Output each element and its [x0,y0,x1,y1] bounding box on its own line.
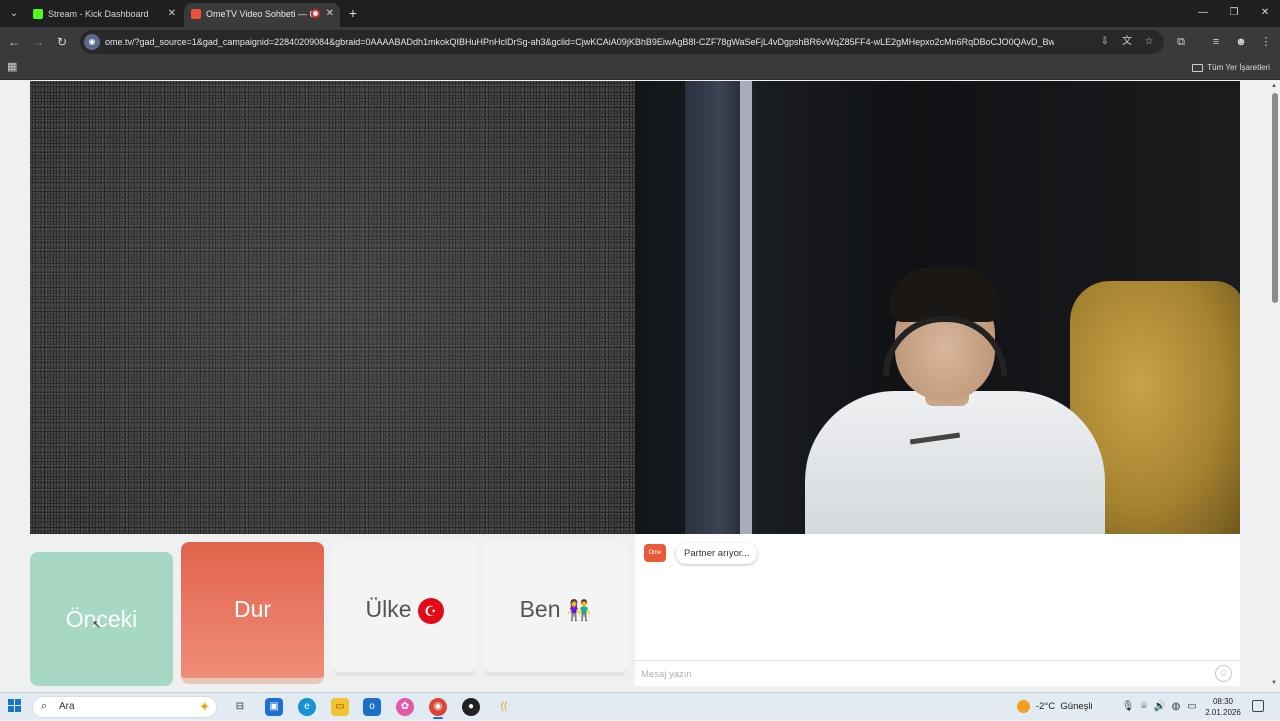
obs-icon[interactable]: ● [462,698,480,716]
country-label: Ülke [365,596,412,622]
previous-button[interactable]: Önceki [30,552,173,686]
media-controls-icon[interactable]: ≡ [1207,33,1225,51]
tab-search-icon[interactable]: ⌄ [4,4,24,23]
volume-icon[interactable]: 🔊 [1153,700,1167,714]
weather-widget[interactable]: -2°C Güneşli [1017,693,1093,721]
status-message: Partner arıyor... [676,543,758,564]
sun-icon [1017,699,1030,713]
close-tab-icon[interactable]: ✕ [326,3,334,25]
chat-panel: Ome TV Partner arıyor... ☺ [635,534,1240,686]
task-view-icon[interactable]: ⊟ [231,698,249,716]
minimize-icon[interactable]: — [1192,4,1214,22]
chat-input-area: ☺ [635,660,1240,686]
store-icon[interactable]: ▣ [265,698,283,716]
page-scrollbar[interactable]: ▲ ▼ [1270,81,1280,688]
tab-strip: ⌄ Stream - Kick Dashboard ✕ OmeTV Video … [0,0,1280,27]
couple-icon: 👫 [566,599,592,622]
url-text[interactable]: ome.tv/?gad_source=1&gad_campaignid=2284… [105,30,1054,54]
stop-button[interactable]: Dur [181,542,324,684]
close-tab-icon[interactable]: ✕ [168,3,176,25]
taskbar-search[interactable]: ⌕ Ara ✦ [32,696,217,718]
chrome-icon[interactable]: ◉ [429,698,447,716]
all-bookmarks-folder[interactable]: Tüm Yer İşaretleri [1192,60,1270,76]
tab-ometv[interactable]: OmeTV Video Sohbeti — O ✕ [184,3,340,27]
copilot-sparkle-icon: ✦ [199,699,210,714]
weather-desc: Güneşli [1060,701,1093,712]
tab-title: OmeTV Video Sohbeti — O [206,9,317,19]
streamer [785,261,1115,534]
folder-icon [1192,63,1204,72]
display-icon[interactable]: ▭ [1185,700,1199,714]
browser-toolbar: ← → ↻ ◉ ome.tv/?gad_source=1&gad_campaig… [0,27,1280,56]
gender-label: Ben [519,596,561,622]
mouse-cursor-icon: ↖ [92,619,102,631]
microphone-icon[interactable]: 🎙 [1121,700,1135,714]
bookmarks-bar: ▦ Tüm Yer İşaretleri [0,56,1280,80]
kick-favicon-icon [33,9,43,19]
streaming-app-icon[interactable]: (( [495,698,513,716]
active-app-indicator [433,717,443,719]
new-tab-button[interactable]: + [346,3,360,23]
menu-icon[interactable]: ⋮ [1257,33,1275,51]
address-bar[interactable]: ◉ ome.tv/?gad_source=1&gad_campaignid=22… [80,30,1164,54]
curtain [740,81,752,534]
network-icon[interactable]: ◍ [1169,700,1183,714]
country-button[interactable]: Ülke ☪ [333,542,476,676]
shirt [805,391,1105,534]
weather-temp: -2°C [1036,701,1056,712]
search-placeholder: Ara [59,701,75,712]
scroll-up-icon[interactable]: ▲ [1271,83,1277,89]
apps-grid-icon[interactable]: ▦ [7,61,19,73]
ometv-favicon-icon [191,9,201,19]
outlook-icon[interactable]: o [363,698,381,716]
location-icon[interactable]: ⌾ [1137,700,1151,714]
partner-video [30,81,635,534]
restore-icon[interactable]: ❐ [1223,4,1245,22]
tab-title: Stream - Kick Dashboard [48,9,149,19]
system-clock[interactable]: 08:30 2.01.2026 [1200,696,1246,718]
bookmark-star-icon[interactable]: ☆ [1142,35,1156,49]
message-input[interactable] [641,664,1201,684]
turkey-flag-icon: ☪ [417,597,444,624]
scroll-down-icon[interactable]: ▼ [1271,680,1277,686]
profile-icon[interactable]: ☻ [1232,33,1250,51]
ometv-page: Önceki Dur Ülke ☪ Ben 👫 ↖ Ome TV Partner a… [0,81,1270,688]
previous-label: Önceki [65,606,138,632]
start-button[interactable] [8,699,22,713]
emoji-icon[interactable]: ☺ [1215,665,1232,682]
hair [889,267,1001,322]
site-info-icon[interactable]: ◉ [84,34,100,50]
ometv-logo: Ome TV [644,544,666,574]
stop-label: Dur [233,596,272,622]
notification-icon[interactable] [1252,700,1264,712]
translate-icon[interactable]: 文 [1120,35,1134,49]
back-icon[interactable]: ← [4,32,24,52]
self-video [635,81,1240,534]
scroll-thumb[interactable] [1272,93,1278,303]
clock-time: 08:30 [1212,697,1234,706]
edge-icon[interactable]: e [298,698,316,716]
gender-button[interactable]: Ben 👫 [484,542,627,676]
install-app-icon[interactable]: ⇩ [1098,35,1112,49]
extensions-icon[interactable]: ⧉ [1172,33,1190,51]
close-window-icon[interactable]: ✕ [1254,4,1276,22]
windows-taskbar: ⌕ Ara ✦ ⊟ ▣ e ▭ o ✿ ◉ ● (( -2°C Güneşli … [0,692,1280,720]
forward-icon[interactable]: → [28,32,48,52]
search-icon: ⌕ [41,700,48,712]
reload-icon[interactable]: ↻ [52,32,72,52]
copilot-icon[interactable]: ✿ [396,698,414,716]
file-explorer-icon[interactable]: ▭ [331,698,349,716]
recording-indicator-icon [311,9,320,18]
clock-date: 2.01.2026 [1205,708,1241,717]
tab-kick-dashboard[interactable]: Stream - Kick Dashboard ✕ [26,3,182,27]
bookmarks-folder-label: Tüm Yer İşaretleri [1207,63,1270,72]
